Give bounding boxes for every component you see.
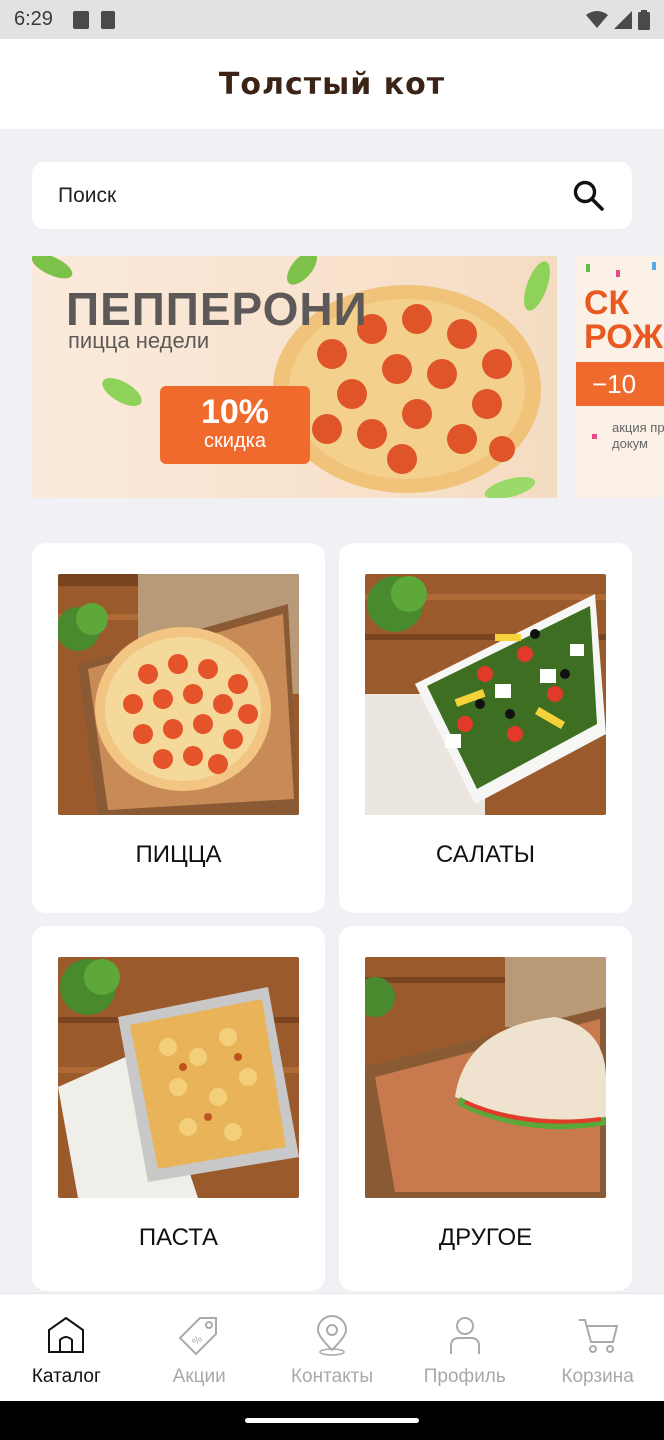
person-icon [449, 1317, 480, 1354]
battery-icon [638, 9, 650, 30]
banner2-text: акция при пр докум [612, 420, 664, 451]
cart-icon [578, 1319, 618, 1353]
promo-carousel[interactable]: ПЕППЕРОНИ пицца недели 10% скидка СК РОЖ… [32, 256, 664, 498]
nav-label: Корзина [561, 1366, 634, 1387]
discount-label: скидка [204, 430, 266, 452]
search-input[interactable]: Поиск [32, 162, 632, 229]
banner2-title-line1: СК [584, 284, 630, 322]
bottom-nav: Каталог % Акции Контакты Профиль Корзина [0, 1293, 664, 1401]
sd-card-icon [100, 10, 115, 29]
nav-label: Акции [172, 1366, 226, 1387]
app-title: Толстый кот [218, 66, 446, 102]
category-card-salads[interactable]: САЛАТЫ [339, 543, 632, 913]
status-time: 6:29 [14, 8, 53, 30]
promo-banner-second[interactable]: СК РОЖ −10 акция при пр докум [576, 256, 664, 498]
nav-label: Каталог [31, 1366, 101, 1387]
category-label: ПИЦЦА [135, 841, 222, 868]
nav-promotions[interactable]: % Акции [133, 1294, 266, 1401]
category-label: САЛАТЫ [435, 841, 536, 868]
app-header: Толстый кот [0, 39, 664, 129]
category-card-other[interactable]: ДРУГОЕ [339, 926, 632, 1291]
nav-contacts[interactable]: Контакты [266, 1294, 399, 1401]
tag-icon: % [178, 1317, 218, 1356]
discount-value: 10% [200, 393, 270, 431]
signal-icon [614, 10, 632, 29]
discount-badge: 10% скидка [160, 386, 310, 464]
category-card-pizza[interactable]: ПИЦЦА [32, 543, 325, 913]
nav-catalog[interactable]: Каталог [0, 1294, 133, 1401]
nav-label: Контакты [290, 1366, 374, 1387]
pizza-photo [58, 574, 299, 815]
search-icon[interactable] [572, 179, 606, 213]
wifi-icon [586, 10, 608, 28]
system-gesture-bar [0, 1401, 664, 1440]
nav-label: Профиль [423, 1366, 506, 1387]
category-card-pasta[interactable]: ПАСТА [32, 926, 325, 1291]
location-pin-icon [316, 1315, 347, 1356]
promo-banner-pepperoni[interactable]: ПЕППЕРОНИ пицца недели 10% скидка [32, 256, 557, 498]
nav-profile[interactable]: Профиль [398, 1294, 531, 1401]
banner2-title-line2: РОЖ [584, 318, 663, 356]
search-placeholder: Поиск [58, 183, 117, 207]
keyboard-notification-icon [72, 10, 89, 29]
status-bar: 6:29 [0, 0, 664, 39]
pasta-photo [58, 957, 299, 1198]
home-icon [48, 1316, 85, 1353]
calzone-photo [365, 957, 606, 1198]
salad-photo [365, 574, 606, 815]
nav-cart[interactable]: Корзина [531, 1294, 664, 1401]
banner-subtitle: пицца недели [68, 328, 210, 353]
banner2-discount: −10 [576, 362, 664, 406]
home-gesture-handle[interactable] [245, 1418, 419, 1423]
category-label: ПАСТА [138, 1224, 219, 1251]
category-label: ДРУГОЕ [438, 1224, 533, 1251]
